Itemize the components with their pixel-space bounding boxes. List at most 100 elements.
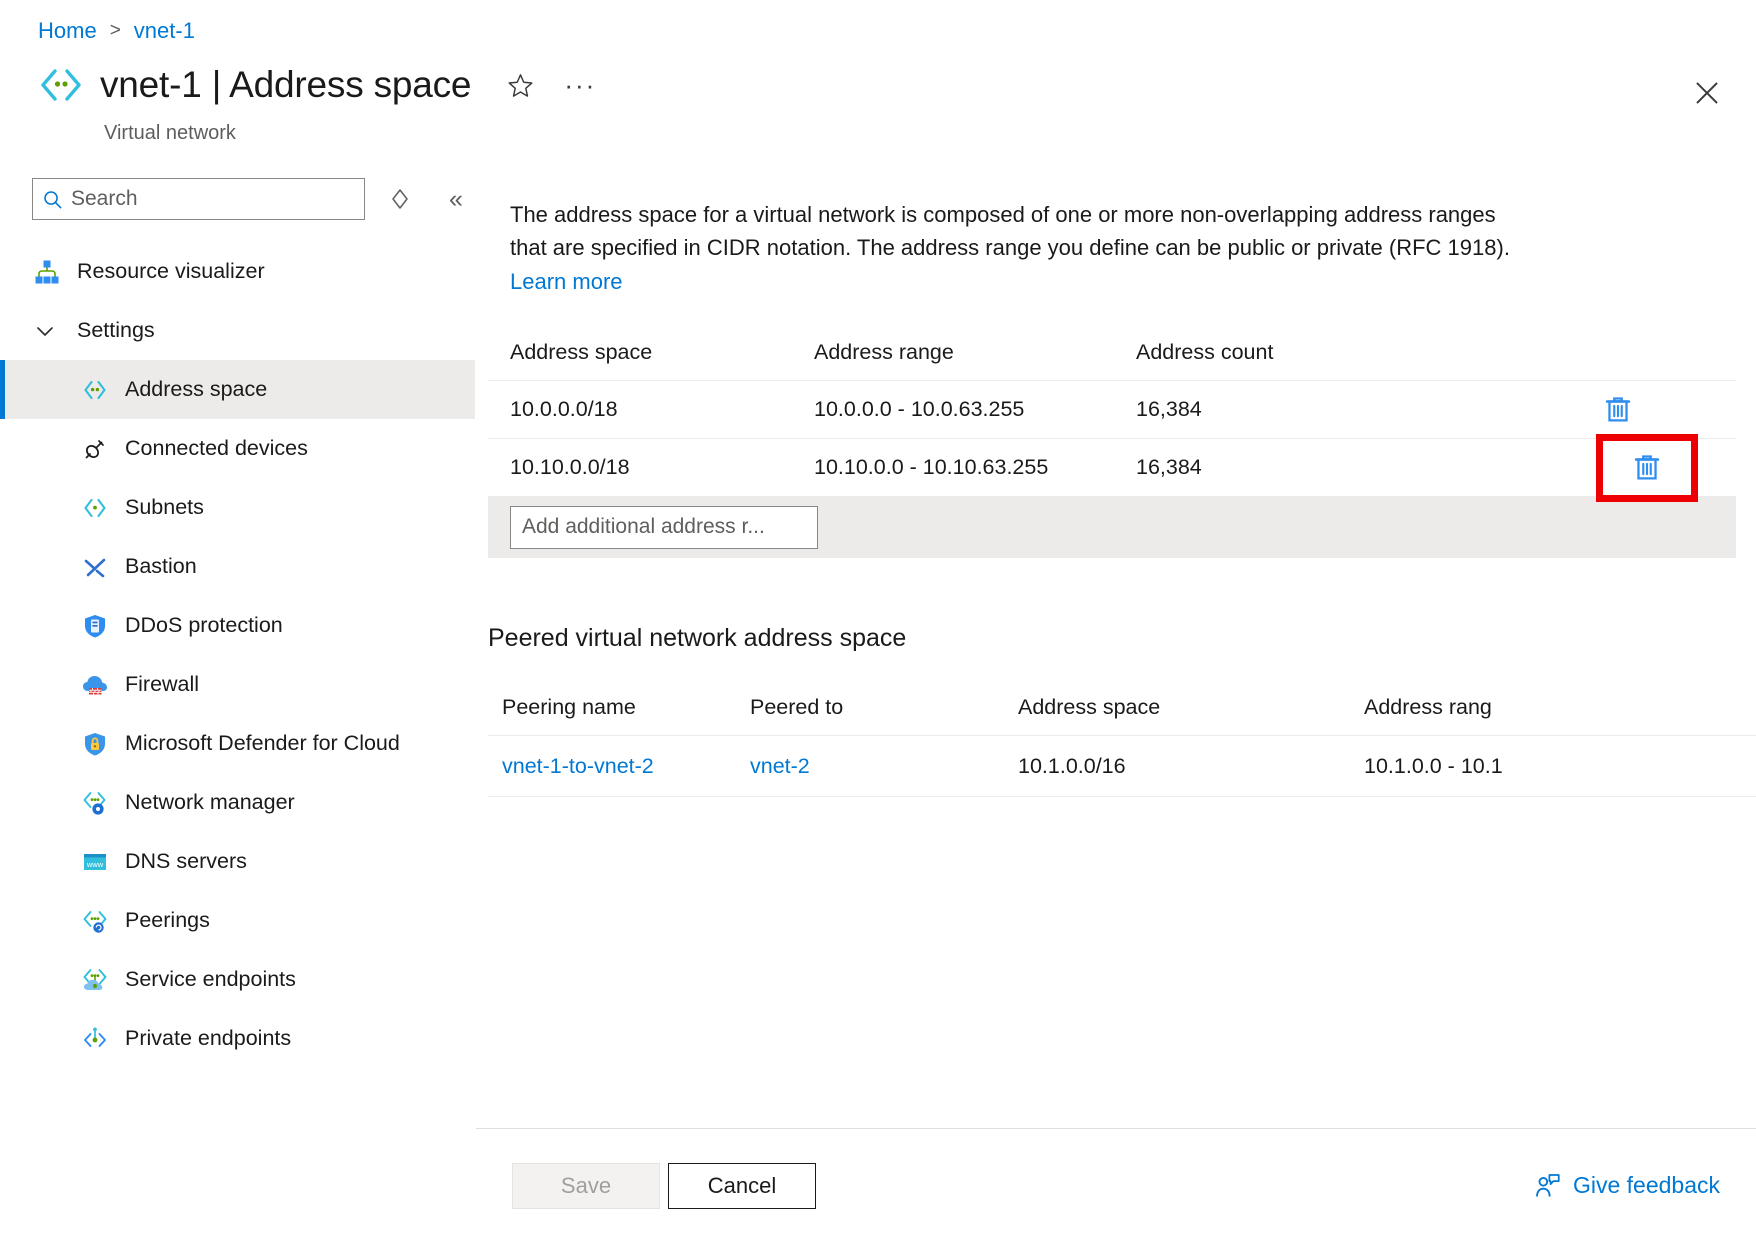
svg-text:www: www [86, 860, 104, 869]
cell-address-space: 10.0.0.0/18 [488, 397, 814, 422]
sidebar-item-label: Private endpoints [125, 1024, 291, 1052]
sidebar-item-label: Subnets [125, 493, 204, 521]
network-manager-icon [80, 788, 110, 818]
sidebar-item-label: Connected devices [125, 434, 308, 462]
main-content: The address space for a virtual network … [476, 170, 1756, 1242]
cell-address-range: 10.0.0.0 - 10.0.63.255 [814, 397, 1136, 422]
table-row: 10.0.0.0/18 10.0.0.0 - 10.0.63.255 16,38… [488, 380, 1736, 438]
dns-servers-icon: www [80, 847, 110, 877]
breadcrumb: Home > vnet-1 [38, 18, 195, 44]
search-input[interactable] [71, 179, 364, 219]
sidebar-item-label: Network manager [125, 788, 295, 816]
page-title: vnet-1 | Address space [100, 64, 471, 106]
peered-address-space-table: Peering name Peered to Address space Add… [488, 679, 1756, 797]
column-header-peered-to: Peered to [750, 695, 1018, 720]
add-address-range-row [488, 496, 1736, 558]
column-header-address-count: Address count [1136, 340, 1536, 365]
sidebar: « Resource visualizer Set [0, 170, 476, 1242]
column-header-address-space: Address space [1018, 695, 1364, 720]
ellipsis-icon[interactable]: ··· [565, 74, 595, 96]
sidebar-search-row: « [0, 170, 475, 220]
star-icon[interactable] [505, 70, 535, 100]
defender-shield-lock-icon [80, 729, 110, 759]
page-title-row: vnet-1 | Address space ··· [38, 62, 595, 108]
table-row: vnet-1-to-vnet-2 vnet-2 10.1.0.0/16 10.1… [488, 735, 1756, 797]
sidebar-group-label: Settings [77, 316, 155, 344]
table-row: 10.10.0.0/18 10.10.0.0 - 10.10.63.255 16… [488, 438, 1736, 496]
sidebar-item-label: Bastion [125, 552, 197, 580]
save-button[interactable]: Save [512, 1163, 660, 1209]
peerings-icon [80, 906, 110, 936]
column-header-address-space: Address space [488, 340, 814, 365]
firewall-icon [80, 670, 110, 700]
give-feedback-label: Give feedback [1573, 1172, 1720, 1199]
cell-address-range: 10.10.0.0 - 10.10.63.255 [814, 455, 1136, 480]
address-space-table: Address space Address range Address coun… [488, 324, 1736, 558]
column-header-address-range: Address rang [1364, 695, 1694, 720]
learn-more-link[interactable]: Learn more [510, 269, 623, 294]
page-subtitle: Virtual network [104, 122, 236, 145]
peered-section-title: Peered virtual network address space [488, 624, 1756, 653]
sidebar-item-network-manager[interactable]: Network manager [0, 773, 475, 832]
cancel-button[interactable]: Cancel [668, 1163, 816, 1209]
sidebar-item-connected-devices[interactable]: Connected devices [0, 419, 475, 478]
sidebar-item-resource-visualizer[interactable]: Resource visualizer [0, 242, 475, 301]
cell-address-count: 16,384 [1136, 397, 1536, 422]
sidebar-item-label: DNS servers [125, 847, 247, 875]
sidebar-item-label: Microsoft Defender for Cloud [125, 729, 400, 757]
cell-address-space: 10.1.0.0/16 [1018, 754, 1364, 779]
breadcrumb-separator: > [110, 20, 121, 42]
sidebar-item-ddos-protection[interactable]: DDoS protection [0, 596, 475, 655]
peered-table-header: Peering name Peered to Address space Add… [488, 679, 1756, 735]
ddos-shield-icon [80, 611, 110, 641]
search-box[interactable] [32, 178, 365, 220]
private-endpoints-icon [80, 1024, 110, 1054]
intro-paragraph: The address space for a virtual network … [510, 198, 1530, 298]
cell-peering-name[interactable]: vnet-1-to-vnet-2 [488, 754, 750, 779]
close-icon[interactable] [1690, 76, 1724, 110]
trash-icon[interactable] [1596, 388, 1640, 432]
trash-icon[interactable] [1625, 446, 1669, 490]
cell-address-count: 16,384 [1136, 455, 1536, 480]
breadcrumb-vnet-1[interactable]: vnet-1 [134, 18, 195, 44]
give-feedback-link[interactable]: Give feedback [1532, 1170, 1720, 1202]
search-icon [33, 188, 71, 211]
service-endpoints-icon [80, 965, 110, 995]
highlight-box [1596, 434, 1698, 502]
address-space-icon [80, 375, 110, 405]
footer-bar: Save Cancel Give feedback [476, 1129, 1756, 1242]
subnets-icon [80, 493, 110, 523]
sidebar-item-peerings[interactable]: Peerings [0, 891, 475, 950]
cell-actions [1536, 388, 1736, 432]
add-address-range-input[interactable] [510, 506, 818, 549]
sidebar-item-dns-servers[interactable]: www DNS servers [0, 832, 475, 891]
sidebar-item-label: Service endpoints [125, 965, 296, 993]
sidebar-item-label: Peerings [125, 906, 210, 934]
sort-diamond-icon[interactable] [383, 182, 417, 216]
sidebar-item-label: DDoS protection [125, 611, 283, 639]
sidebar-item-private-endpoints[interactable]: Private endpoints [0, 1009, 475, 1068]
sidebar-nav-list: Resource visualizer Settings Address [0, 242, 475, 1068]
connected-devices-icon [80, 434, 110, 464]
sidebar-item-bastion[interactable]: Bastion [0, 537, 475, 596]
breadcrumb-home[interactable]: Home [38, 18, 97, 44]
bastion-icon [80, 552, 110, 582]
address-space-table-header: Address space Address range Address coun… [488, 324, 1736, 380]
sidebar-group-settings[interactable]: Settings [0, 301, 475, 360]
cell-address-space: 10.10.0.0/18 [488, 455, 814, 480]
sidebar-item-label: Firewall [125, 670, 199, 698]
feedback-person-icon [1532, 1170, 1564, 1202]
resource-visualizer-icon [32, 257, 62, 287]
intro-text: The address space for a virtual network … [510, 202, 1510, 260]
sidebar-item-subnets[interactable]: Subnets [0, 478, 475, 537]
sidebar-item-label: Address space [125, 375, 267, 403]
sidebar-item-service-endpoints[interactable]: Service endpoints [0, 950, 475, 1009]
cell-peered-to[interactable]: vnet-2 [750, 754, 1018, 779]
sidebar-item-microsoft-defender-for-cloud[interactable]: Microsoft Defender for Cloud [0, 714, 475, 773]
cell-actions [1536, 434, 1736, 502]
sidebar-item-firewall[interactable]: Firewall [0, 655, 475, 714]
double-chevron-left-icon[interactable]: « [439, 182, 473, 216]
sidebar-item-address-space[interactable]: Address space [0, 360, 475, 419]
vnet-icon [38, 62, 84, 108]
chevron-down-icon [32, 318, 58, 344]
